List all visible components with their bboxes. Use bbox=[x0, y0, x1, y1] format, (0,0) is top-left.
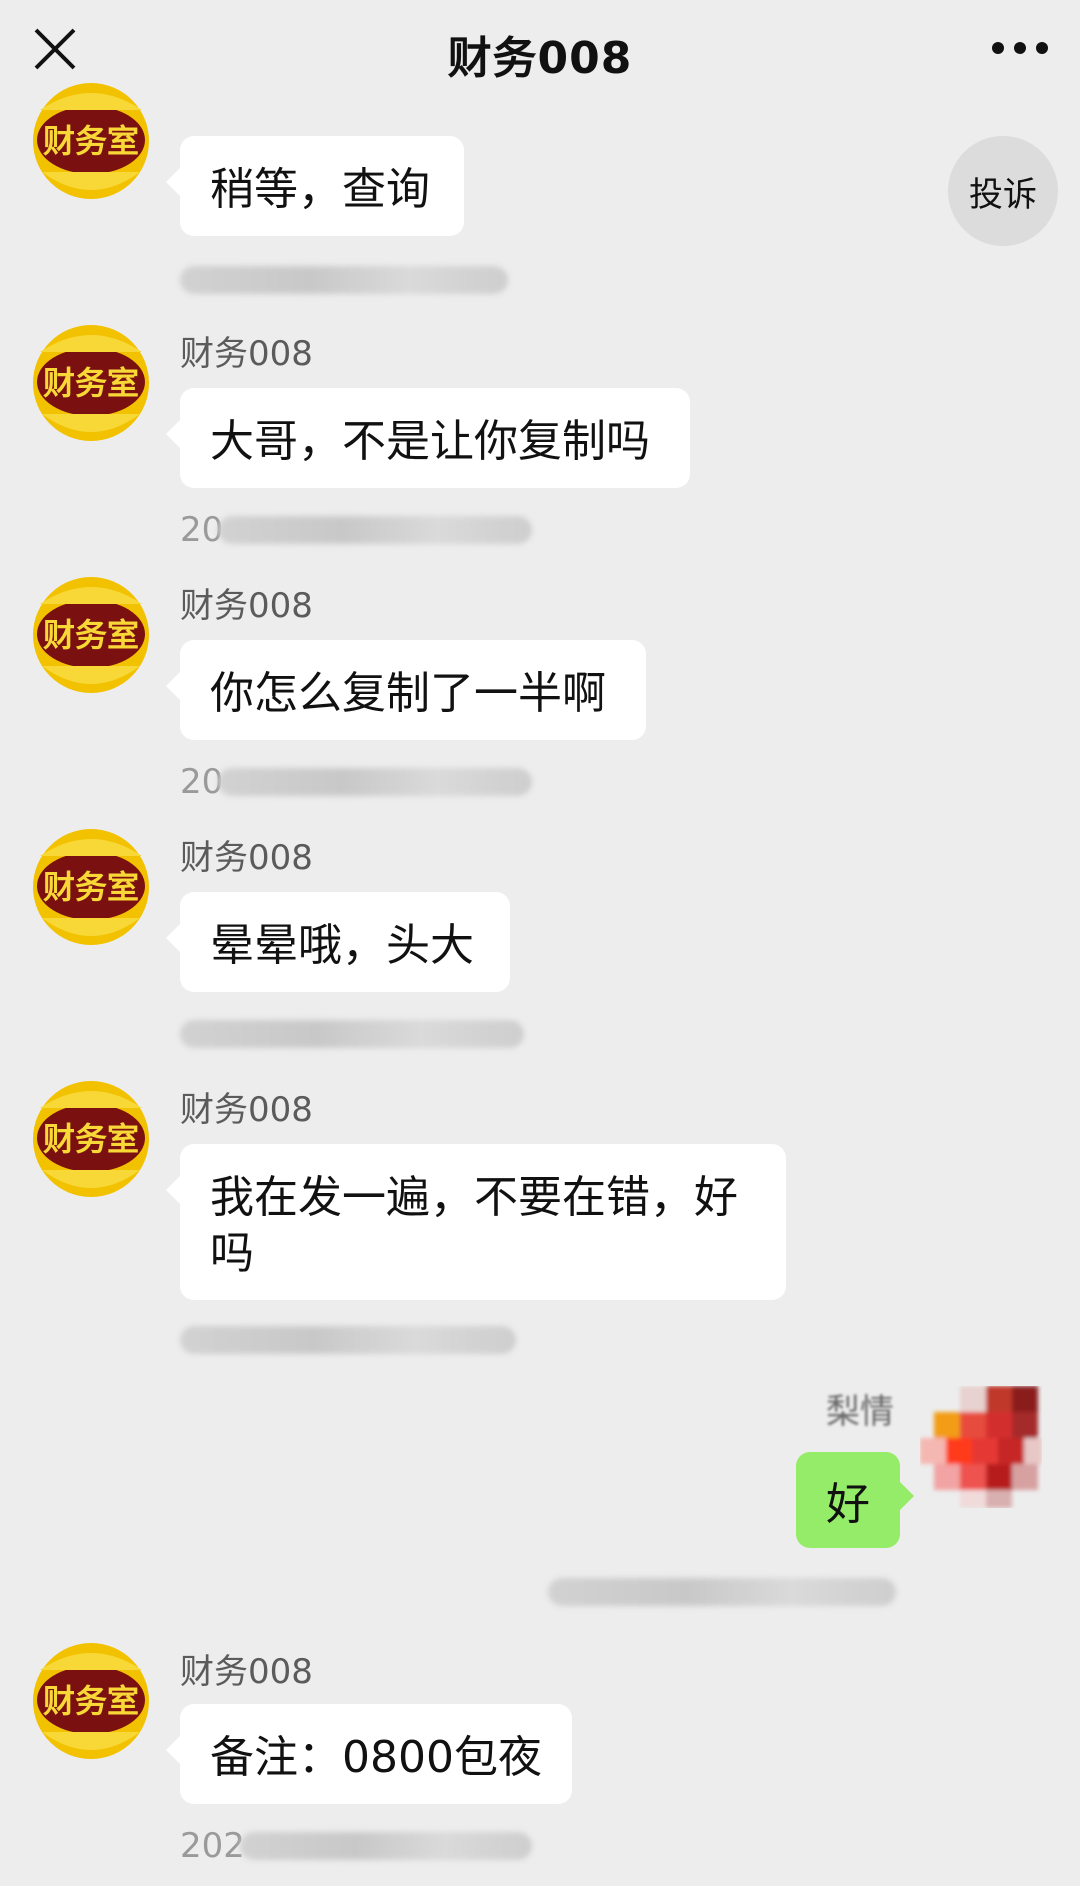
svg-text:财务室: 财务室 bbox=[43, 1683, 139, 1719]
blurred-timestamp bbox=[240, 1832, 532, 1860]
blurred-timestamp bbox=[180, 1326, 516, 1354]
message-text: 晕晕哦，头大 bbox=[210, 920, 474, 971]
message-bubble[interactable]: 大哥，不是让你复制吗 bbox=[166, 388, 690, 488]
message-bubble[interactable]: 你怎么复制了一半啊 bbox=[166, 640, 646, 740]
message-text: 备注：0800包夜 bbox=[210, 1732, 542, 1783]
avatar[interactable]: 财务室 bbox=[30, 322, 152, 444]
blurred-timestamp bbox=[180, 266, 508, 294]
svg-text:财务室: 财务室 bbox=[43, 869, 139, 905]
avatar[interactable]: 财务室 bbox=[30, 826, 152, 948]
self-avatar[interactable] bbox=[920, 1386, 1042, 1508]
sender-name: 财务008 bbox=[180, 334, 313, 374]
svg-text:财务室: 财务室 bbox=[43, 1121, 139, 1157]
svg-text:财务室: 财务室 bbox=[43, 123, 139, 159]
avatar[interactable]: 财务室 bbox=[30, 80, 152, 202]
avatar[interactable]: 财务室 bbox=[30, 1078, 152, 1200]
avatar[interactable]: 财务室 bbox=[30, 1640, 152, 1762]
svg-text:财务室: 财务室 bbox=[43, 365, 139, 401]
timestamp-prefix: 202 bbox=[180, 1826, 245, 1866]
timestamp-prefix: 20 bbox=[180, 510, 224, 550]
blurred-timestamp bbox=[548, 1578, 896, 1606]
more-options-icon[interactable] bbox=[990, 40, 1050, 56]
self-name: 梨情 bbox=[826, 1392, 894, 1432]
sender-name: 财务008 bbox=[180, 1652, 313, 1692]
blurred-timestamp bbox=[218, 768, 532, 796]
chat-title: 财务008 bbox=[447, 33, 633, 84]
complaint-button[interactable]: 投诉 bbox=[948, 136, 1058, 246]
blurred-timestamp bbox=[218, 516, 532, 544]
sender-name: 财务008 bbox=[180, 1090, 313, 1130]
chat-header: 财务008 bbox=[0, 0, 1080, 100]
timestamp-prefix: 20 bbox=[180, 762, 224, 802]
svg-text:财务室: 财务室 bbox=[43, 617, 139, 653]
self-message-bubble[interactable]: 好 bbox=[796, 1452, 914, 1548]
message-text: 稍等，查询 bbox=[210, 164, 430, 215]
message-text: 大哥，不是让你复制吗 bbox=[210, 416, 650, 467]
blurred-timestamp bbox=[180, 1020, 524, 1048]
avatar[interactable]: 财务室 bbox=[30, 574, 152, 696]
message-bubble[interactable]: 稍等，查询 bbox=[166, 136, 464, 236]
message-text: 你怎么复制了一半啊 bbox=[210, 668, 606, 719]
message-bubble[interactable]: 晕晕哦，头大 bbox=[166, 892, 510, 992]
message-bubble[interactable]: 我在发一遍，不要在错，好吗 bbox=[166, 1144, 786, 1300]
message-text: 我在发一遍，不要在错，好吗 bbox=[210, 1172, 738, 1279]
sender-name: 财务008 bbox=[180, 586, 313, 626]
message-bubble[interactable]: 备注：0800包夜 bbox=[166, 1704, 572, 1804]
sender-name: 财务008 bbox=[180, 838, 313, 878]
message-text: 好 bbox=[826, 1479, 870, 1530]
